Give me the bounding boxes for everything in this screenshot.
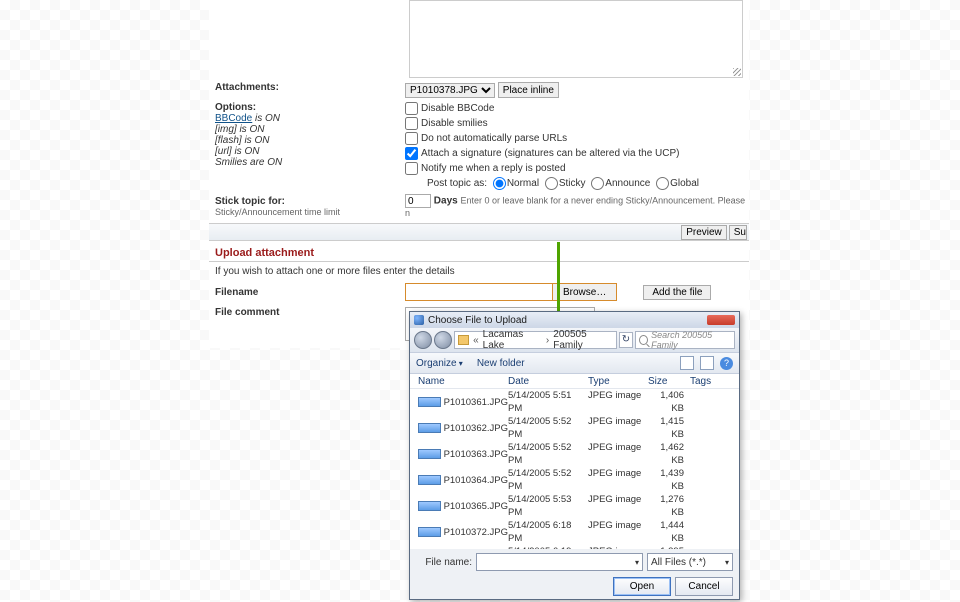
- help-icon[interactable]: ?: [720, 357, 733, 370]
- preview-pane-icon[interactable]: [700, 356, 714, 370]
- smilies-status: Smilies are ON: [215, 157, 405, 168]
- preview-button[interactable]: Preview: [681, 225, 727, 240]
- options-label: Options:: [215, 102, 405, 113]
- folder-icon: [458, 335, 469, 345]
- file-row[interactable]: P1010365.JPG5/14/2005 5:53 PMJPEG image1…: [410, 493, 739, 519]
- attachment-select[interactable]: P1010378.JPG: [405, 83, 495, 98]
- upload-desc: If you wish to attach one or more files …: [209, 266, 749, 283]
- jpeg-icon: [418, 397, 441, 407]
- no-parse-urls-checkbox[interactable]: [405, 132, 418, 145]
- post-form-panel: Attachments: P1010378.JPG Place inline O…: [209, 0, 749, 348]
- jpeg-icon: [418, 475, 441, 485]
- file-row[interactable]: P1010373.JPG5/14/2005 6:19 PMJPEG image1…: [410, 545, 739, 549]
- attachments-label: Attachments:: [215, 82, 279, 93]
- search-icon: [639, 335, 648, 345]
- dialog-buttons: Open Cancel: [410, 575, 739, 602]
- new-folder-button[interactable]: New folder: [477, 358, 525, 369]
- column-headers[interactable]: NameDateTypeSizeTags: [410, 374, 739, 389]
- dialog-titlebar[interactable]: Choose File to Upload: [410, 312, 739, 328]
- url-status: [url] is ON: [215, 146, 405, 157]
- filename-label: Filename: [215, 287, 258, 298]
- add-file-button[interactable]: Add the file: [643, 285, 711, 300]
- breadcrumb[interactable]: « Lacamas Lake 200505 Family: [454, 331, 617, 349]
- file-comment-label: File comment: [215, 307, 279, 318]
- attach-signature-checkbox[interactable]: [405, 147, 418, 160]
- upload-heading: Upload attachment: [209, 241, 749, 262]
- close-icon[interactable]: [707, 315, 735, 325]
- file-row[interactable]: P1010363.JPG5/14/2005 5:52 PMJPEG image1…: [410, 441, 739, 467]
- toolbar: Organize New folder ?: [410, 352, 739, 374]
- view-icon[interactable]: [680, 356, 694, 370]
- dialog-title: Choose File to Upload: [428, 315, 703, 326]
- post-topic-as-row: Post topic as: Normal Sticky Announce Gl…: [405, 177, 749, 190]
- jpeg-icon: [418, 423, 441, 433]
- action-bar: Preview Su: [209, 223, 749, 241]
- file-row[interactable]: P1010361.JPG5/14/2005 5:51 PMJPEG image1…: [410, 389, 739, 415]
- stick-days-input[interactable]: [405, 194, 431, 208]
- notify-reply-checkbox[interactable]: [405, 162, 418, 175]
- place-inline-button[interactable]: Place inline: [498, 82, 559, 98]
- jpeg-icon: [418, 501, 441, 511]
- stick-topic-label: Stick topic for:: [215, 196, 405, 207]
- file-row[interactable]: P1010364.JPG5/14/2005 5:52 PMJPEG image1…: [410, 467, 739, 493]
- cancel-button[interactable]: Cancel: [675, 577, 733, 596]
- open-button[interactable]: Open: [613, 577, 671, 596]
- stick-topic-sublabel: Sticky/Announcement time limit: [215, 207, 405, 217]
- organize-menu[interactable]: Organize: [416, 358, 463, 369]
- refresh-icon[interactable]: ↻: [619, 332, 633, 348]
- filename-input[interactable]: [405, 283, 553, 301]
- radio-normal[interactable]: [493, 177, 506, 190]
- message-textarea[interactable]: [409, 0, 743, 78]
- img-status: [img] is ON: [215, 124, 405, 135]
- jpeg-icon: [418, 449, 441, 459]
- jpeg-icon: [418, 527, 441, 537]
- filename-row: File name: All Files (*.*): [410, 549, 739, 575]
- back-button[interactable]: [414, 331, 432, 349]
- radio-global[interactable]: [656, 177, 669, 190]
- filter-combo[interactable]: All Files (*.*): [647, 553, 733, 571]
- submit-button[interactable]: Su: [729, 225, 747, 240]
- forward-button[interactable]: [434, 331, 452, 349]
- file-row[interactable]: P1010362.JPG5/14/2005 5:52 PMJPEG image1…: [410, 415, 739, 441]
- flash-status: [flash] is ON: [215, 135, 405, 146]
- disable-bbcode-checkbox[interactable]: [405, 102, 418, 115]
- search-input[interactable]: Search 200505 Family: [635, 331, 735, 349]
- file-dialog: Choose File to Upload « Lacamas Lake 200…: [409, 311, 740, 600]
- browse-button[interactable]: Browse…: [552, 283, 617, 301]
- nav-row: « Lacamas Lake 200505 Family ↻ Search 20…: [410, 328, 739, 352]
- app-icon: [414, 315, 424, 325]
- resize-handle[interactable]: [733, 68, 741, 76]
- bbcode-link[interactable]: BBCode: [215, 113, 252, 124]
- file-row[interactable]: P1010372.JPG5/14/2005 6:18 PMJPEG image1…: [410, 519, 739, 545]
- disable-smilies-checkbox[interactable]: [405, 117, 418, 130]
- radio-announce[interactable]: [591, 177, 604, 190]
- filename-combo[interactable]: [476, 553, 643, 571]
- radio-sticky[interactable]: [545, 177, 558, 190]
- file-list: NameDateTypeSizeTags P1010361.JPG5/14/20…: [410, 374, 739, 549]
- arrow-line: [557, 242, 560, 316]
